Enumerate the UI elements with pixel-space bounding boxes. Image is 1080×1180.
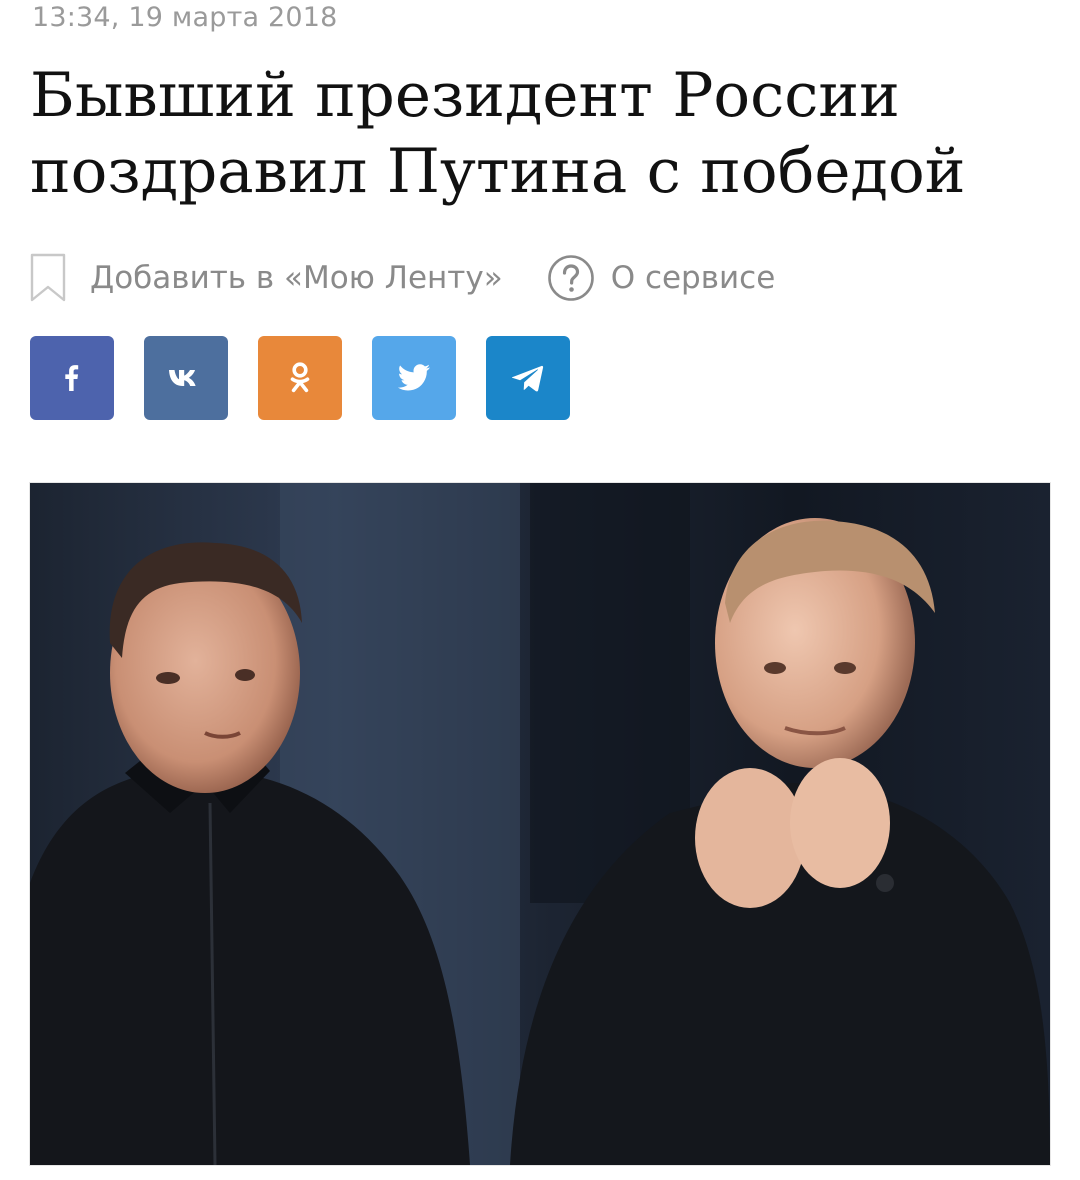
add-to-my-feed-button[interactable]: Добавить в «Мою Ленту»	[30, 253, 503, 303]
share-vk-button[interactable]	[144, 336, 228, 420]
share-twitter-button[interactable]	[372, 336, 456, 420]
odnoklassniki-icon	[290, 362, 310, 393]
share-facebook-button[interactable]	[30, 336, 114, 420]
about-service-link[interactable]: О сервисе	[547, 254, 776, 302]
bookmark-icon	[30, 253, 66, 302]
share-odnoklassniki-button[interactable]	[258, 336, 342, 420]
add-to-my-feed-label: Добавить в «Мою Ленту»	[90, 260, 503, 296]
telegram-icon	[512, 365, 544, 392]
article-title: Бывший президент России поздравил Путина…	[30, 60, 966, 207]
question-circle-icon	[547, 255, 594, 301]
article-timestamp: 13:34, 19 марта 2018	[32, 2, 338, 33]
twitter-icon	[397, 364, 430, 391]
facebook-icon	[65, 365, 79, 391]
article-actions: Добавить в «Мою Ленту» О сервисе	[30, 250, 775, 306]
share-buttons	[30, 336, 600, 420]
share-telegram-button[interactable]	[486, 336, 570, 420]
about-service-label: О сервисе	[610, 260, 776, 296]
vk-icon	[169, 370, 196, 386]
two-men-photo	[30, 483, 1050, 1165]
article-photo	[29, 482, 1051, 1166]
